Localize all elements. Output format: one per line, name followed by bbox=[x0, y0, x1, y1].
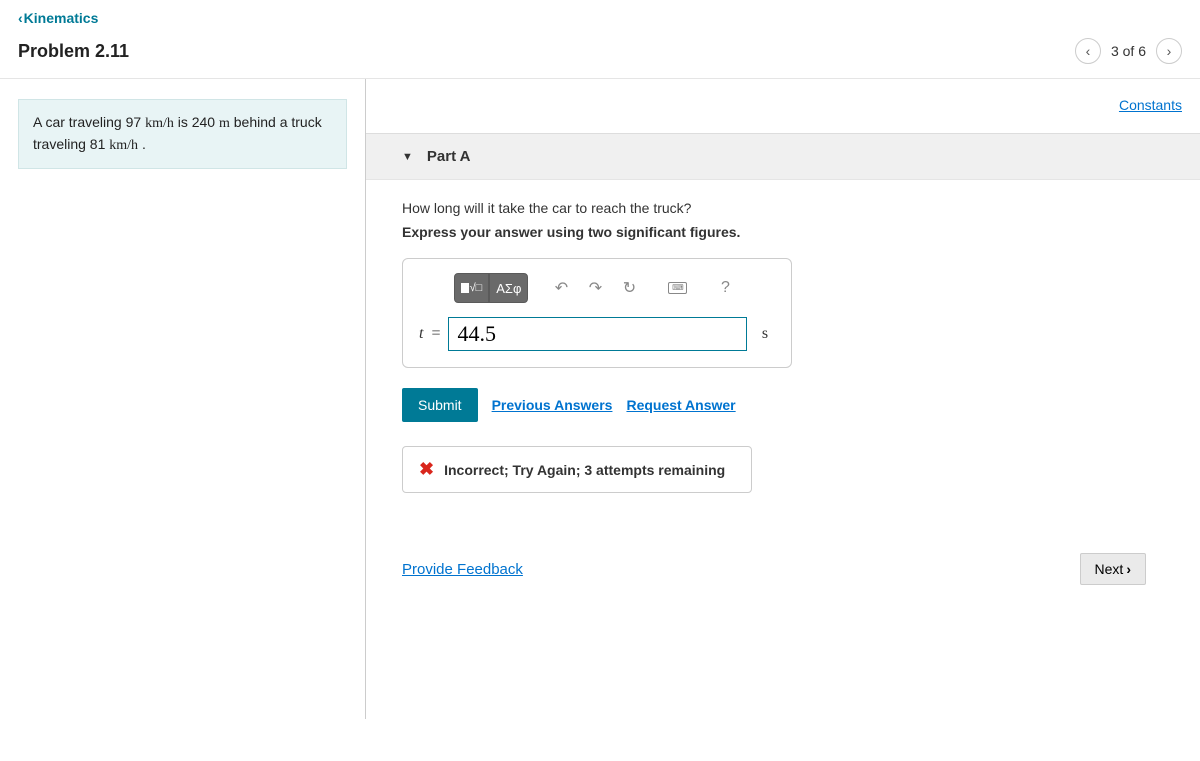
previous-answers-link[interactable]: Previous Answers bbox=[492, 397, 613, 413]
problem-title: Problem 2.11 bbox=[18, 41, 1075, 62]
reset-icon: ↻ bbox=[623, 278, 636, 298]
request-answer-link[interactable]: Request Answer bbox=[626, 397, 735, 413]
keyboard-button[interactable]: ⌨ bbox=[662, 273, 692, 303]
feedback-box: ✖ Incorrect; Try Again; 3 attempts remai… bbox=[402, 446, 752, 493]
problem-statement: A car traveling 97 km/h is 240 m behind … bbox=[18, 99, 347, 169]
incorrect-icon: ✖ bbox=[419, 459, 434, 480]
templates-button[interactable]: √□ bbox=[454, 273, 490, 303]
chevron-right-icon: › bbox=[1167, 43, 1172, 59]
help-button[interactable]: ? bbox=[710, 273, 740, 303]
part-header[interactable]: ▼ Part A bbox=[366, 133, 1200, 180]
problem-position: 3 of 6 bbox=[1111, 43, 1146, 59]
caret-down-icon: ▼ bbox=[402, 151, 413, 163]
answer-container: √□ ΑΣφ ↶ ↷ ↻ ⌨ ? t = s bbox=[402, 258, 792, 368]
undo-button[interactable]: ↶ bbox=[546, 273, 576, 303]
next-problem-button[interactable]: › bbox=[1156, 38, 1182, 64]
answer-unit: s bbox=[755, 325, 775, 343]
reset-button[interactable]: ↻ bbox=[614, 273, 644, 303]
provide-feedback-link[interactable]: Provide Feedback bbox=[402, 561, 523, 578]
back-link-label: Kinematics bbox=[24, 10, 99, 26]
part-label: Part A bbox=[427, 148, 471, 165]
submit-button[interactable]: Submit bbox=[402, 388, 478, 422]
answer-input[interactable] bbox=[448, 317, 747, 351]
chevron-right-icon: › bbox=[1126, 561, 1131, 577]
prev-problem-button[interactable]: ‹ bbox=[1075, 38, 1101, 64]
answer-variable: t bbox=[419, 325, 423, 343]
equation-toolbar: √□ ΑΣφ ↶ ↷ ↻ ⌨ ? bbox=[419, 273, 775, 303]
equals-sign: = bbox=[431, 325, 440, 343]
next-button-label: Next bbox=[1095, 561, 1124, 577]
feedback-text: Incorrect; Try Again; 3 attempts remaini… bbox=[444, 462, 725, 478]
back-to-chapter-link[interactable]: ‹Kinematics bbox=[18, 10, 98, 26]
redo-icon: ↷ bbox=[589, 278, 602, 298]
constants-link[interactable]: Constants bbox=[1119, 97, 1182, 113]
keyboard-icon: ⌨ bbox=[668, 282, 687, 294]
chevron-left-icon: ‹ bbox=[18, 10, 23, 26]
answer-instruction: Express your answer using two significan… bbox=[402, 224, 1164, 240]
chevron-left-icon: ‹ bbox=[1086, 43, 1091, 59]
next-button[interactable]: Next› bbox=[1080, 553, 1146, 585]
undo-icon: ↶ bbox=[555, 278, 568, 298]
templates-icon: √□ bbox=[461, 282, 483, 294]
question-text: How long will it take the car to reach t… bbox=[402, 200, 1164, 216]
redo-button[interactable]: ↷ bbox=[580, 273, 610, 303]
greek-symbols-button[interactable]: ΑΣφ bbox=[489, 273, 528, 303]
